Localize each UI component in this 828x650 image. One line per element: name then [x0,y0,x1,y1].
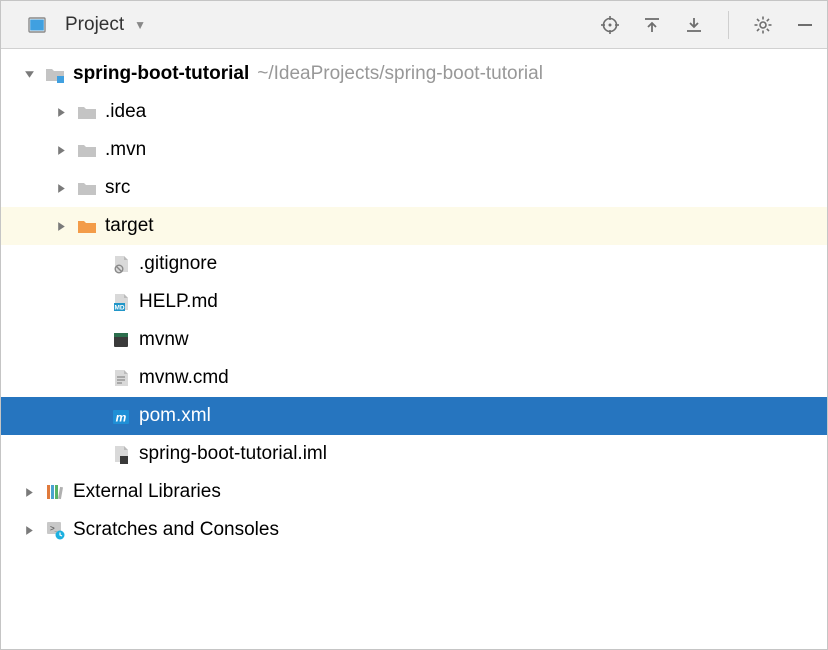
collapse-arrow-icon[interactable] [51,107,71,118]
tree-node-label: Scratches and Consoles [73,519,279,541]
tree-node-mvnwcmd[interactable]: mvnw.cmd [1,359,827,397]
tree-node-label: spring-boot-tutorial [73,63,249,85]
tree-node-idea[interactable]: .idea [1,93,827,131]
maven-file-icon: m [109,404,133,428]
tree-node-label: HELP.md [139,291,218,313]
svg-text:m: m [116,411,127,425]
tree-node-label: mvnw [139,329,189,351]
collapse-arrow-icon[interactable] [51,183,71,194]
project-toolbar: Project ▼ [1,1,827,49]
file-ignore-icon [109,252,133,276]
locate-button[interactable] [598,13,622,37]
tree-node-mvn[interactable]: .mvn [1,131,827,169]
scratches-icon: >_ [43,518,67,542]
svg-text:MD: MD [114,305,124,312]
dropdown-arrow-icon: ▼ [134,18,146,32]
tree-node-label: .mvn [105,139,146,161]
exec-file-icon [109,328,133,352]
toolbar-right [598,11,817,39]
tree-node-label: pom.xml [139,405,211,427]
tree-node-label: mvnw.cmd [139,367,229,389]
tree-node-scratches[interactable]: >_ Scratches and Consoles [1,511,827,549]
tree-node-iml[interactable]: spring-boot-tutorial.iml [1,435,827,473]
tree-node-mvnw[interactable]: mvnw [1,321,827,359]
collapse-all-button[interactable] [682,13,706,37]
module-file-icon [109,442,133,466]
folder-icon [75,100,99,124]
expand-all-button[interactable] [640,13,664,37]
tree-node-pom[interactable]: m pom.xml [1,397,827,435]
markdown-file-icon: MD [109,290,133,314]
project-tree[interactable]: spring-boot-tutorial ~/IdeaProjects/spri… [1,49,827,649]
tree-node-target[interactable]: target [1,207,827,245]
toolbar-divider [728,11,729,39]
folder-icon [75,176,99,200]
tree-node-path: ~/IdeaProjects/spring-boot-tutorial [257,63,543,85]
project-view-icon [25,13,49,37]
collapse-arrow-icon[interactable] [51,221,71,232]
tree-node-label: target [105,215,154,237]
project-tool-panel: Project ▼ [0,0,828,650]
collapse-arrow-icon[interactable] [51,145,71,156]
folder-icon [75,138,99,162]
tree-node-label: src [105,177,130,199]
tree-node-src[interactable]: src [1,169,827,207]
collapse-arrow-icon[interactable] [19,487,39,498]
settings-button[interactable] [751,13,775,37]
hide-button[interactable] [793,13,817,37]
tree-node-label: External Libraries [73,481,221,503]
tree-node-external-libs[interactable]: External Libraries [1,473,827,511]
view-mode-label: Project [65,14,124,36]
toolbar-left: Project ▼ [21,13,598,37]
tree-node-label: .idea [105,101,146,123]
expand-arrow-icon[interactable] [19,69,39,80]
view-mode-dropdown[interactable]: Project ▼ [21,13,146,37]
excluded-folder-icon [75,214,99,238]
tree-node-helpmd[interactable]: MD HELP.md [1,283,827,321]
libraries-icon [43,480,67,504]
tree-node-label: .gitignore [139,253,217,275]
tree-node-label: spring-boot-tutorial.iml [139,443,327,465]
module-folder-icon [43,62,67,86]
collapse-arrow-icon[interactable] [19,525,39,536]
tree-node-root[interactable]: spring-boot-tutorial ~/IdeaProjects/spri… [1,55,827,93]
text-file-icon [109,366,133,390]
tree-node-gitignore[interactable]: .gitignore [1,245,827,283]
